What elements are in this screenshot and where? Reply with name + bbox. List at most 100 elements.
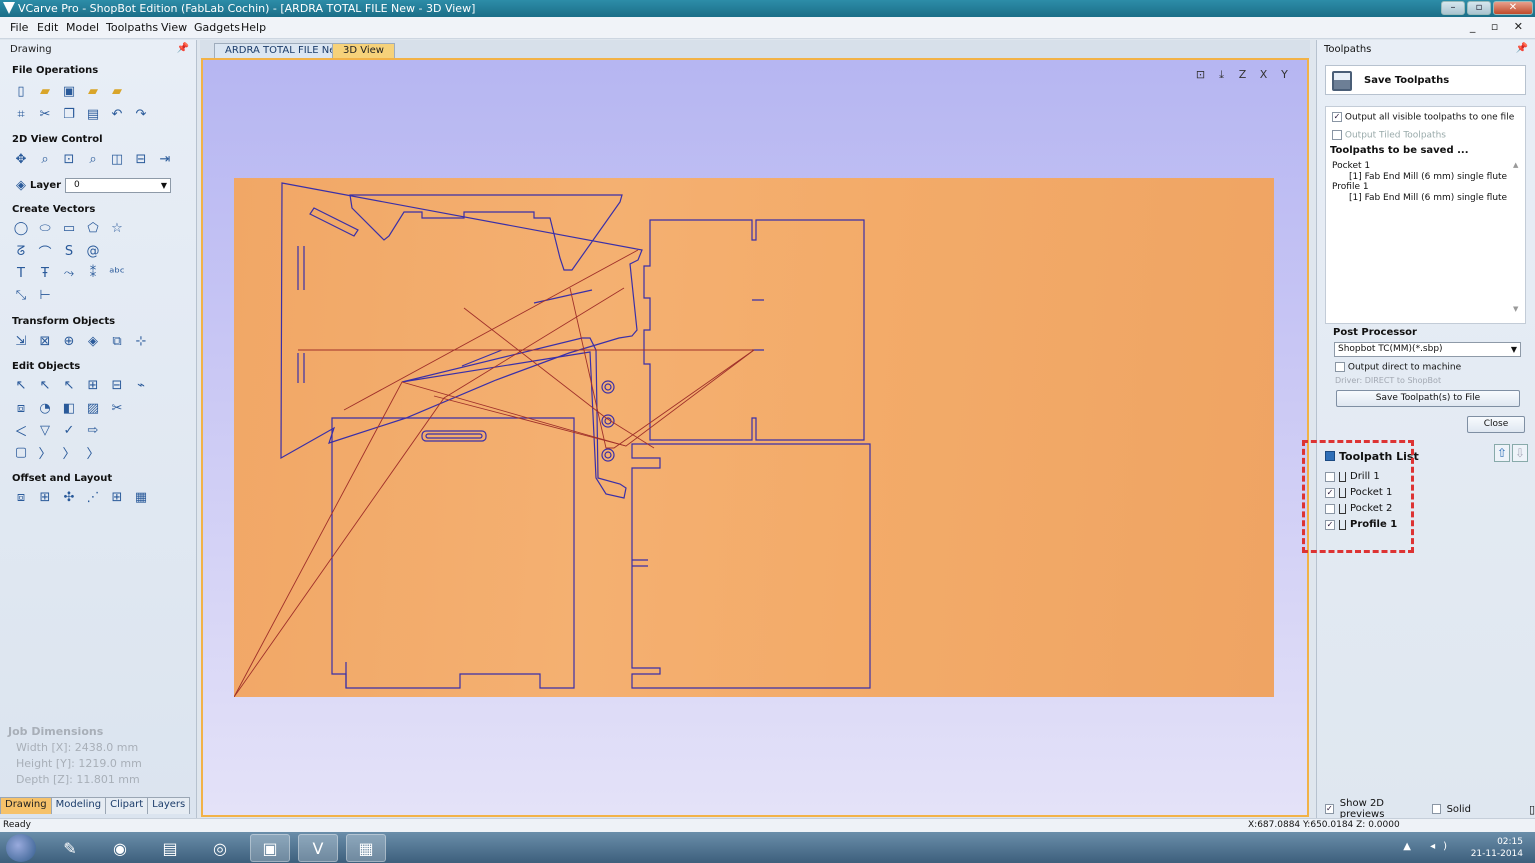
ungroup-icon[interactable]: ⊟ [108,376,126,394]
pin-icon[interactable]: 📌 [177,43,189,54]
measure-icon[interactable]: ⊢ [36,286,54,304]
star-icon[interactable]: ☆ [108,219,126,237]
system-clock[interactable]: 02:15 21-11-2014 [1471,836,1523,860]
undo-icon[interactable]: ↶ [108,105,126,123]
tile-view-icon[interactable]: ⊟ [132,150,150,168]
mirror-icon[interactable]: ◈ [84,332,102,350]
menu-file[interactable]: File [10,21,28,34]
firefox-icon[interactable]: ◉ [100,834,140,862]
minimize-button[interactable]: – [1441,1,1465,15]
close-button[interactable]: Close [1467,416,1525,433]
curve-icon[interactable]: S [60,242,78,260]
arc-icon[interactable]: ⌒ [36,242,54,261]
curve-fit-icon[interactable]: 〉 [60,443,78,462]
group-icon[interactable]: ⊞ [84,376,102,394]
align-icon[interactable]: ⊕ [60,332,78,350]
menu-gadgets[interactable]: Gadgets [194,21,240,34]
polygon-icon[interactable]: ⬠ [84,219,102,237]
layer-dropdown[interactable]: 0 ▼ [65,178,171,193]
smooth-icon[interactable]: ▢ [12,443,30,461]
save-file-icon[interactable]: ▣ [60,82,78,100]
checkbox-all-visible[interactable]: ✓ [1332,112,1342,122]
redo-icon[interactable]: ↷ [132,105,150,123]
checkbox-solid[interactable] [1431,804,1441,814]
measure-tool-icon[interactable]: ⌁ [132,376,150,394]
checkbox-tiled[interactable] [1332,130,1342,140]
intersect-icon[interactable]: ◧ [60,399,78,417]
option-all-visible[interactable]: ✓ Output all visible toolpaths to one fi… [1332,112,1514,123]
iso-view-icon[interactable]: ⤓ [1213,68,1230,83]
checkbox-direct[interactable] [1335,362,1345,372]
set-size-icon[interactable]: ⧉ [108,332,126,350]
split-view-icon[interactable]: ◫ [108,150,126,168]
polyline-icon[interactable]: ᘔ [12,242,30,260]
subtract-icon[interactable]: ◔ [36,399,54,417]
option-tiled[interactable]: Output Tiled Toolpaths [1332,130,1446,141]
paint-app-icon[interactable]: ✎ [50,834,90,862]
node-edit-icon[interactable]: ↖ [36,376,54,394]
circle-icon[interactable]: ◯ [12,219,30,237]
tray-icons[interactable]: ▲ ◂) [1403,841,1455,852]
clipboard-icon[interactable]: ▯ [1529,803,1535,816]
cut-icon[interactable]: ✂ [36,105,54,123]
view-y-icon[interactable]: Y [1276,68,1293,83]
pan-icon[interactable]: ✥ [12,150,30,168]
cad-app-icon[interactable]: ▣ [250,834,290,862]
save-toolpaths-button[interactable]: Save Toolpath(s) to File [1336,390,1520,407]
select-icon[interactable]: ↖ [12,376,30,394]
paste-icon[interactable]: ▤ [84,105,102,123]
menu-edit[interactable]: Edit [37,21,58,34]
nest-icon[interactable]: ⊞ [108,488,126,506]
vcarve-taskbar-icon[interactable]: V [298,834,338,862]
extend-icon[interactable]: ⇨ [84,421,102,439]
new-file-icon[interactable]: ▯ [12,82,30,100]
dogbone-icon[interactable]: ▽ [36,421,54,439]
spiral-icon[interactable]: @ [84,242,102,260]
scroll-up-icon[interactable]: ▲ [1513,161,1521,169]
tab-layers[interactable]: Layers [147,797,191,814]
close-window-button[interactable]: ✕ [1493,1,1533,15]
import-bitmap-icon[interactable]: ▰ [108,82,126,100]
text-icon[interactable]: T [12,264,30,282]
zoom-selection-icon[interactable]: ⌕ [84,150,102,168]
scissors-icon[interactable]: ✂ [108,399,126,417]
ellipse-icon[interactable]: ⬭ [36,219,54,237]
copy-icon[interactable]: ❐ [60,105,78,123]
move-down-icon[interactable]: ⇩ [1512,444,1528,462]
array-copy-icon[interactable]: ⊞ [36,488,54,506]
import-vectors-icon[interactable]: ▰ [84,82,102,100]
menu-view[interactable]: View [161,21,187,34]
zoom-extents-icon[interactable]: ⊡ [1192,68,1209,83]
tab-clipart[interactable]: Clipart [105,797,149,814]
weld-icon[interactable]: ⧈ [12,399,30,417]
chrome-icon[interactable]: ◎ [200,834,240,862]
tab-modeling[interactable]: Modeling [50,797,107,814]
open-file-icon[interactable]: ▰ [36,82,54,100]
menu-toolpaths[interactable]: Toolpaths [106,21,158,34]
view-z-icon[interactable]: Z [1234,68,1251,83]
maximize-button[interactable]: ▫ [1467,1,1491,15]
job-setup-icon[interactable]: ⌗ [12,105,30,123]
text-on-curve-icon[interactable]: ⤳ [60,264,78,282]
dimension-icon[interactable]: ⤡ [12,286,30,304]
center-icon[interactable]: ⊹ [132,332,150,350]
fillet-icon[interactable]: ＜ [12,421,30,440]
auto-layout-text-icon[interactable]: Ŧ [36,264,54,282]
trim-icon[interactable]: ▨ [84,399,102,417]
move-icon[interactable]: ⇲ [12,332,30,350]
join-icon[interactable]: ✓ [60,421,78,439]
mdi-window-controls[interactable]: _ ▫ ✕ [1470,20,1529,33]
text-arc-icon[interactable]: ᵃᵇᶜ [108,264,126,282]
post-processor-dropdown[interactable]: Shopbot TC(MM)(*.sbp) ▼ [1334,342,1521,357]
nesting-parts-icon[interactable]: ▦ [132,488,150,506]
offset-icon[interactable]: ⧈ [12,488,30,506]
tree-item[interactable]: Pocket 1 [1332,161,1507,172]
zoom-icon[interactable]: ⌕ [36,150,54,168]
scale-icon[interactable]: ⊠ [36,332,54,350]
tab-3d-view[interactable]: 3D View [332,43,395,59]
offset-curve-icon[interactable]: 〉 [84,443,102,462]
view-x-icon[interactable]: X [1255,68,1272,83]
adjust-spacing-icon[interactable]: ⁑ [84,264,102,282]
menu-model[interactable]: Model [66,21,99,34]
image-viewer-icon[interactable]: ▦ [346,834,386,862]
